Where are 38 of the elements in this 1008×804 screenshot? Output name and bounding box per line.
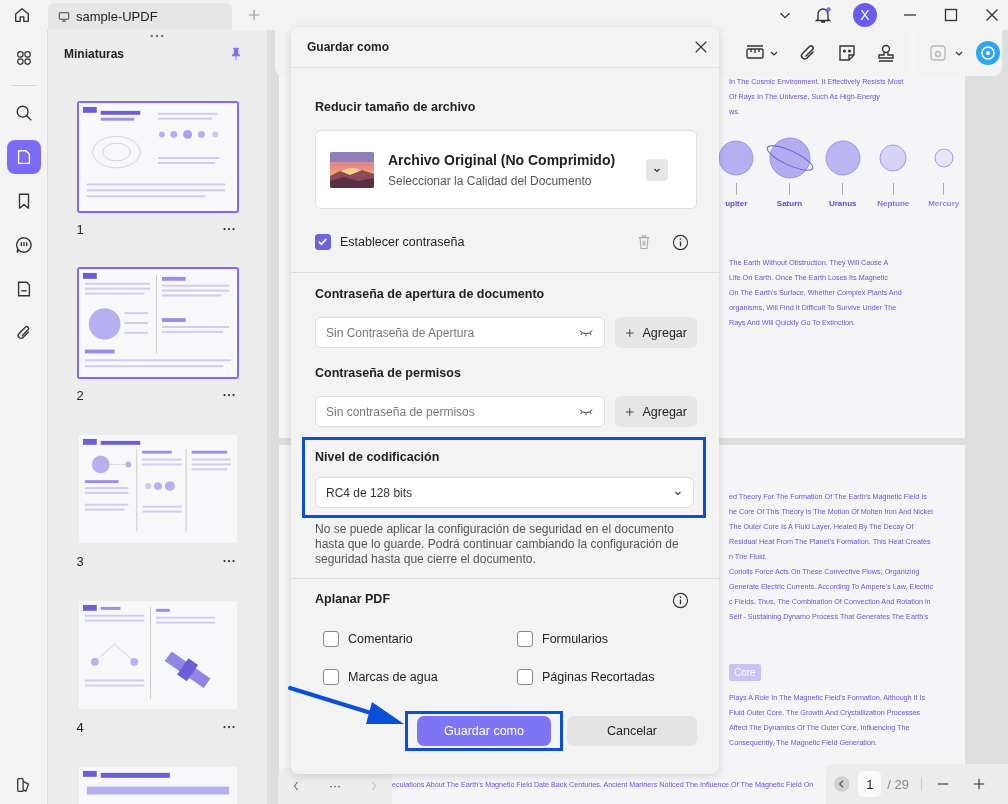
panel-title: Miniaturas	[64, 47, 125, 61]
planet-label: Mercury	[928, 199, 960, 208]
document-tab[interactable]: sample-UPDF	[48, 3, 232, 30]
add-button[interactable]: Agregar	[615, 317, 697, 348]
compression-hint: Seleccionar la Calidad del Documento	[388, 173, 592, 188]
section-heading: Reducir tamaño de archivo	[315, 100, 476, 114]
dialog-title: Guardar como	[307, 40, 391, 54]
page-number: 1	[76, 221, 84, 237]
password-select[interactable]: Sin contraseña de permisos	[315, 396, 605, 427]
planet-label: upiter	[725, 199, 748, 208]
checkbox-label: Formularios	[542, 632, 608, 646]
encryption-select[interactable]: RC4 de 128 bits	[315, 477, 694, 508]
avatar[interactable]: X	[853, 3, 877, 27]
checkbox-label: Marcas de agua	[348, 670, 438, 684]
compression-option: Archivo Original (No Comprimido)	[388, 151, 616, 168]
planet-label: Uranus	[828, 199, 857, 208]
planet-label: Saturn	[776, 199, 803, 208]
checkbox-label: Páginas Recortadas	[542, 670, 655, 684]
page-number: 3	[76, 553, 84, 569]
password-select[interactable]: Sin Contraseña de Apertura	[315, 317, 605, 348]
more-button[interactable]: ···	[329, 779, 341, 793]
security-note: No se puede aplicar la configuración de seguridad en el documento hasta que lo guarde. Podrá continuar cambiando la configuración de seguridad hasta que cierre el documento.	[315, 522, 680, 567]
compression-card[interactable]: Archivo Original (No Comprimido) Seleccionar la Calidad del Documento	[315, 130, 697, 209]
planet-label: Neptune	[877, 199, 910, 208]
section-heading: Nivel de codificación	[315, 450, 440, 464]
add-button[interactable]: Agregar	[615, 396, 697, 427]
save-button[interactable]: Guardar como	[417, 716, 551, 746]
page-number: 4	[76, 719, 84, 735]
section-heading: Core	[729, 664, 761, 681]
checkbox-label: Comentario	[348, 632, 413, 646]
page-count: / 29	[887, 776, 909, 792]
checkbox-label: Establecer contraseña	[340, 235, 465, 249]
cancel-button[interactable]: Cancelar	[567, 716, 697, 746]
section-heading: Contraseña de permisos	[315, 366, 461, 380]
page-number: 2	[76, 387, 84, 403]
page-number-field[interactable]: 1	[858, 771, 882, 797]
section-heading: Aplanar PDF	[315, 592, 390, 606]
section-heading: Contraseña de apertura de documento	[315, 287, 545, 301]
